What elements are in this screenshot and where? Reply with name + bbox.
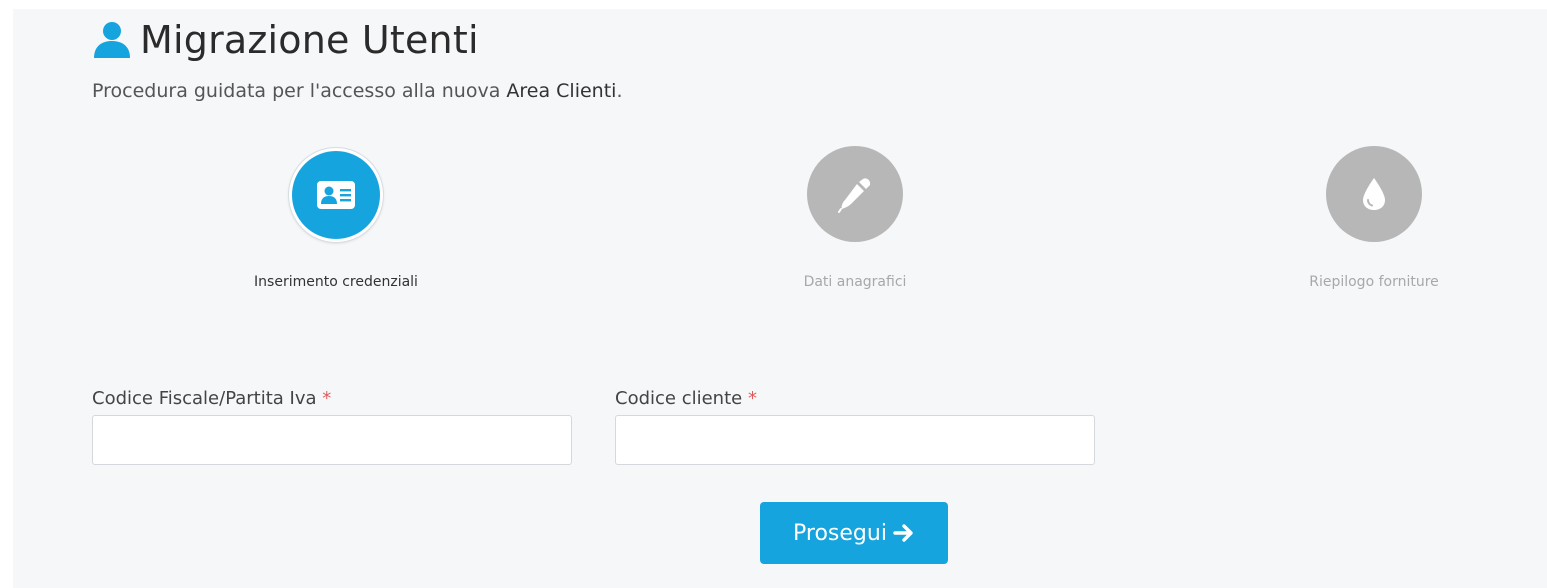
fiscal-code-label-text: Codice Fiscale/Partita Iva	[92, 388, 317, 409]
step-label: Riepilogo forniture	[1309, 274, 1439, 290]
subtitle-text: Procedura guidata per l'accesso alla nuo…	[92, 80, 507, 102]
step-supply-summary: Riepilogo forniture	[1279, 146, 1469, 290]
fiscal-code-input[interactable]	[92, 415, 572, 465]
page-header: Migrazione Utenti	[92, 14, 479, 66]
page-subtitle: Procedura guidata per l'accesso alla nuo…	[92, 80, 623, 102]
pen-icon	[838, 178, 871, 213]
subtitle-highlight: Area Clienti	[506, 80, 617, 102]
arrow-right-icon	[893, 523, 915, 543]
customer-code-label: Codice cliente *	[615, 388, 757, 409]
customer-code-input[interactable]	[615, 415, 1095, 465]
prosegui-button-label: Prosegui	[793, 520, 887, 546]
water-drop-icon	[1363, 178, 1385, 210]
step-personal-data: Dati anagrafici	[760, 146, 950, 290]
step-circle-inactive	[807, 146, 903, 242]
step-label: Inserimento credenziali	[254, 274, 418, 290]
page-title: Migrazione Utenti	[140, 18, 479, 62]
user-icon	[92, 20, 132, 60]
prosegui-button[interactable]: Prosegui	[760, 502, 948, 564]
required-mark: *	[322, 388, 332, 409]
step-circle-active	[289, 148, 383, 242]
required-mark: *	[747, 388, 757, 409]
customer-code-label-text: Codice cliente	[615, 388, 743, 409]
step-credentials: Inserimento credenziali	[241, 148, 431, 290]
subtitle-period: .	[616, 80, 623, 102]
step-label: Dati anagrafici	[803, 274, 907, 290]
fiscal-code-label: Codice Fiscale/Partita Iva *	[92, 388, 331, 409]
id-card-icon	[317, 181, 355, 209]
step-circle-inactive	[1326, 146, 1422, 242]
